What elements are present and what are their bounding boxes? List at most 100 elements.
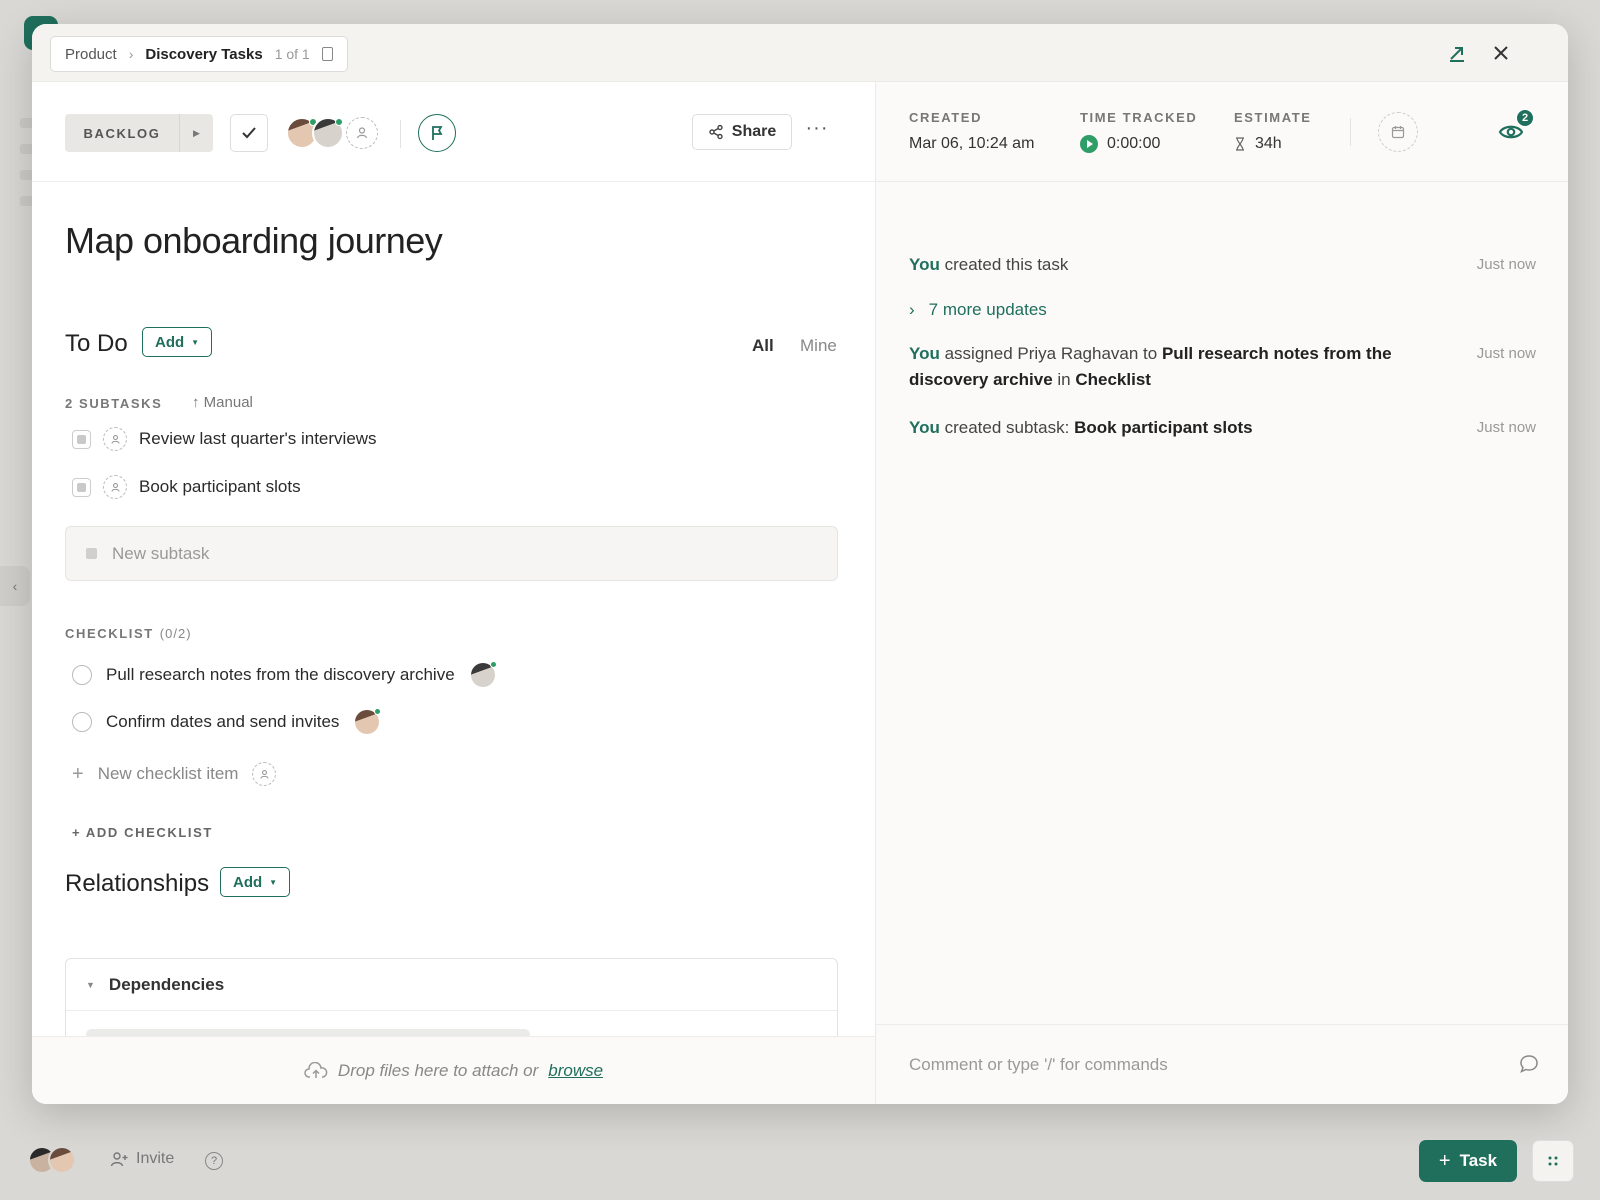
estimate-value[interactable]: 34h [1255,135,1282,153]
created-label: CREATED [909,110,983,125]
checklist-checkbox[interactable] [72,712,92,732]
invite-button[interactable]: Invite [110,1150,174,1168]
user-plus-icon [356,127,368,139]
caret-down-icon: ▼ [191,337,200,347]
apps-grid-button[interactable] [1532,1140,1574,1182]
browse-link[interactable]: browse [548,1061,603,1081]
subtask-status[interactable] [72,477,91,497]
assign-subtask-button[interactable] [103,475,127,499]
avatar[interactable] [48,1146,76,1174]
workspace-members[interactable] [28,1146,76,1174]
subtask-row[interactable]: Review last quarter's interviews [72,424,377,454]
complete-task-button[interactable] [230,114,268,152]
invite-label: Invite [136,1150,175,1167]
checklist-item[interactable]: Pull research notes from the discovery a… [72,660,497,690]
activity-target[interactable]: Checklist [1075,370,1151,389]
activity-item: You created this task [909,252,1469,278]
assignees[interactable] [286,114,378,152]
user-plus-icon [110,434,120,444]
subtask-row[interactable]: Book participant slots [72,472,301,502]
expand-icon[interactable] [1444,40,1470,66]
add-label: Add [233,873,263,891]
comment-input[interactable]: Comment or type '/' for commands [876,1024,1568,1104]
share-label: Share [731,123,777,140]
sort-selector[interactable]: ↑ Manual [192,394,253,411]
activity-item: You created subtask: Book participant sl… [909,415,1469,441]
comment-placeholder: Comment or type '/' for commands [909,1054,1168,1074]
add-relationship-button[interactable]: Add ▼ [220,867,291,897]
add-checklist-button[interactable]: + ADD CHECKLIST [72,825,213,840]
new-checklist-item-input[interactable]: + New checklist item [72,762,277,786]
user-plus-icon [110,482,120,492]
activity-time: Just now [1476,345,1536,362]
task-toolbar: BACKLOG ▶ Share ··· [32,82,875,182]
cloud-upload-icon [304,1061,328,1078]
more-updates-toggle[interactable]: › 7 more updates [909,300,1047,320]
filter-mine-tab[interactable]: Mine [800,336,837,356]
breadcrumb-position: 1 of 1 [274,46,310,62]
activity-target[interactable]: Book participant slots [1074,418,1253,437]
time-tracked-label: TIME TRACKED [1080,110,1198,125]
comment-icon [1520,1055,1538,1073]
activity-text: assigned Priya Raghavan to [944,344,1158,363]
avatar[interactable] [470,661,497,687]
close-icon[interactable] [1488,40,1514,66]
breadcrumb-current[interactable]: Discovery Tasks [145,46,262,63]
share-button[interactable]: Share [692,114,792,150]
watchers-count-badge: 2 [1516,109,1534,127]
caret-right-icon[interactable]: ▶ [179,114,213,152]
assign-subtask-button[interactable] [103,427,127,451]
task-meta: CREATED Mar 06, 10:24 am TIME TRACKED 0:… [876,82,1568,182]
help-icon[interactable]: ? [205,1152,223,1170]
relationships-section-title: Relationships [65,870,210,897]
checklist-checkbox[interactable] [72,665,92,685]
share-icon [709,124,723,140]
priority-button[interactable] [418,114,456,152]
modal-header: Product › Discovery Tasks 1 of 1 [32,24,1568,82]
assign-checklist-button[interactable] [252,762,277,786]
user-plus-icon [110,1152,128,1167]
task-details-panel: BACKLOG ▶ Share ··· Map onboarding journ… [32,82,875,1104]
activity-text: created subtask: [944,418,1070,437]
user-plus-icon [260,769,269,779]
checklist-item[interactable]: Confirm dates and send invites [72,707,382,737]
activity-actor: You [909,255,940,274]
activity-text: in [1057,370,1071,389]
task-title[interactable]: Map onboarding journey [65,220,443,262]
time-tracked-value[interactable]: 0:00:00 [1107,135,1160,153]
checklist-item-text[interactable]: Pull research notes from the discovery a… [106,665,455,685]
hourglass-icon [1236,137,1244,151]
breadcrumb-parent[interactable]: Product [65,46,117,63]
created-value: Mar 06, 10:24 am [909,135,1035,152]
status-selector[interactable]: BACKLOG ▶ [65,114,213,152]
subtask-name[interactable]: Book participant slots [139,477,301,497]
chevron-right-icon: › [909,300,915,319]
copy-icon[interactable] [321,47,333,61]
avatar[interactable] [355,708,382,734]
more-updates-label: 7 more updates [928,300,1047,319]
file-dropzone[interactable]: Drop files here to attach or browse [32,1036,875,1104]
checklist-count: (0/2) [159,626,192,641]
watchers-button[interactable]: 2 [1496,109,1534,146]
sidebar-collapse-handle[interactable]: ‹ [0,566,30,606]
add-todo-button[interactable]: Add ▼ [142,327,213,357]
task-modal: Product › Discovery Tasks 1 of 1 BACKLOG… [32,24,1568,1104]
activity-time: Just now [1476,256,1536,273]
activity-time: Just now [1476,419,1536,436]
filter-all-tab[interactable]: All [752,336,774,356]
subtask-name[interactable]: Review last quarter's interviews [139,429,377,449]
play-icon[interactable] [1080,135,1098,153]
new-task-button[interactable]: + Task [1419,1140,1517,1182]
dependencies-toggle[interactable]: ▼ Dependencies [66,959,837,1011]
new-subtask-input[interactable]: New subtask [65,526,838,581]
add-assignee-button[interactable] [346,117,378,149]
status-label[interactable]: BACKLOG [65,114,179,152]
plus-icon: + [72,762,84,785]
checklist-item-text[interactable]: Confirm dates and send invites [106,712,339,732]
activity-panel: CREATED Mar 06, 10:24 am TIME TRACKED 0:… [875,82,1568,1104]
subtask-status[interactable] [72,429,91,449]
avatar[interactable] [312,117,344,149]
add-label: Add [155,333,185,351]
more-options-icon[interactable]: ··· [804,118,830,144]
due-date-button[interactable] [1378,112,1418,152]
